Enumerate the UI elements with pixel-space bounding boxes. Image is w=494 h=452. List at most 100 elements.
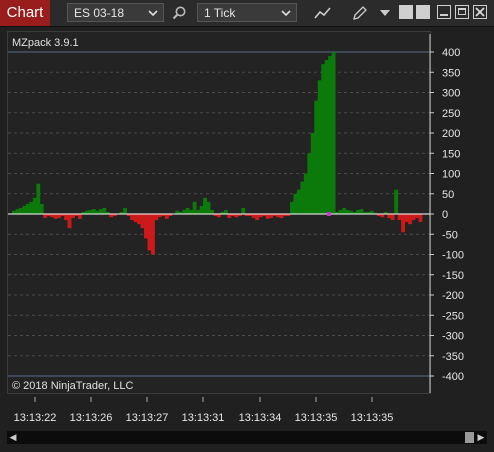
histogram-bar	[206, 201, 211, 214]
histogram-bar	[196, 209, 201, 214]
histogram-bar	[78, 214, 82, 219]
histogram-bar	[227, 214, 232, 219]
histogram-bar	[321, 64, 326, 215]
histogram-bar	[387, 214, 392, 219]
y-tick-label: 250	[442, 108, 460, 120]
histogram-bar	[22, 205, 27, 214]
histogram-bar	[57, 214, 62, 219]
histogram-bar	[182, 209, 187, 214]
y-tick-label: -150	[442, 270, 464, 282]
histogram-bar	[279, 214, 284, 219]
x-tick-label: 13:13:34	[239, 412, 282, 424]
histogram-bar	[310, 133, 315, 214]
histogram-bar	[394, 189, 399, 214]
y-tick-label: 150	[442, 148, 460, 160]
histogram-bar	[43, 214, 48, 219]
histogram-bar	[411, 214, 416, 221]
histogram-bar	[255, 214, 260, 221]
histogram-bar	[144, 214, 148, 239]
scroll-right-icon[interactable]: ▶	[475, 431, 487, 444]
histogram-bar	[133, 214, 138, 223]
scroll-thumb[interactable]	[465, 432, 474, 443]
histogram-bar	[164, 214, 169, 219]
histogram-bar	[140, 214, 145, 229]
histogram-bar	[342, 207, 346, 214]
histogram-bar	[199, 205, 204, 214]
indicator-label: MZpack 3.9.1	[12, 37, 79, 49]
histogram-bar	[408, 214, 412, 225]
histogram-bar	[269, 214, 273, 219]
chart-window: Chart ES 03-18 1 Tick 400 350 300 250 20…	[0, 0, 494, 452]
x-tick-label: 13:13:27	[126, 412, 169, 424]
y-tick-label: -200	[442, 290, 464, 302]
histogram-bar	[98, 209, 103, 214]
y-tick-label: 0	[442, 209, 448, 221]
histogram-bar	[71, 214, 75, 219]
y-tick-label: -300	[442, 331, 464, 343]
histogram-bar	[331, 52, 336, 214]
histogram-bar	[404, 214, 409, 223]
histogram-bar	[185, 207, 190, 214]
y-tick-label: 350	[442, 67, 460, 79]
y-tick-label: 200	[442, 128, 460, 140]
histogram-bar	[324, 60, 329, 214]
histogram-bar	[314, 100, 319, 214]
y-tick-label: -400	[442, 371, 464, 383]
x-tick-label: 13:13:35	[351, 412, 394, 424]
copyright-text: © 2018 NinjaTrader, LLC	[12, 380, 134, 392]
histogram-bar	[36, 183, 41, 214]
histogram-bar	[328, 56, 333, 214]
histogram-bar	[15, 209, 20, 214]
histogram-bar	[317, 80, 322, 214]
histogram-bar	[345, 209, 350, 214]
horizontal-scrollbar[interactable]: ◀ ▶	[7, 431, 487, 444]
y-tick-label: -350	[442, 351, 464, 363]
histogram-bar	[338, 209, 343, 214]
histogram-bar	[123, 207, 128, 214]
histogram-bar	[64, 214, 68, 221]
histogram-bar	[137, 214, 141, 225]
x-tick-label: 13:13:22	[14, 412, 57, 424]
histogram-bar	[147, 214, 152, 251]
histogram-bar	[303, 173, 308, 214]
histogram-bar	[293, 193, 298, 214]
histogram-bar	[154, 214, 159, 221]
y-tick-label: -100	[442, 250, 464, 262]
x-tick-label: 13:13:35	[295, 412, 338, 424]
histogram-bar	[189, 209, 194, 214]
histogram-bar	[241, 207, 246, 214]
histogram-bar	[203, 197, 207, 214]
histogram-bar	[418, 214, 423, 223]
histogram-bar	[25, 203, 30, 214]
histogram-bar	[102, 207, 107, 214]
y-tick-label: 300	[442, 88, 460, 100]
histogram-bar	[53, 214, 58, 219]
histogram-bar	[401, 214, 406, 233]
histogram-bar	[223, 209, 228, 214]
histogram-bar	[300, 181, 305, 214]
scroll-left-icon[interactable]: ◀	[7, 431, 19, 444]
y-tick-label: 50	[442, 189, 454, 201]
y-tick-label: -50	[442, 229, 458, 241]
histogram-bar	[307, 153, 312, 214]
y-tick-label: -250	[442, 310, 464, 322]
histogram-bar	[251, 214, 256, 219]
histogram-bar	[88, 209, 93, 214]
histogram-bar	[210, 209, 214, 214]
histogram-bar	[296, 189, 301, 214]
histogram-bar	[415, 214, 419, 219]
histogram-bar	[91, 209, 96, 214]
histogram-bar	[39, 203, 44, 214]
histogram-bar	[359, 209, 364, 214]
histogram-bar	[192, 201, 197, 214]
y-tick-label: 100	[442, 169, 460, 181]
x-tick-label: 13:13:31	[182, 412, 225, 424]
histogram-bar	[397, 214, 402, 221]
histogram-bar	[32, 197, 37, 214]
histogram-bar	[130, 214, 135, 221]
current-bar-marker	[327, 212, 331, 216]
histogram-bar	[265, 214, 270, 219]
histogram-bar	[355, 209, 360, 214]
y-tick-label: 400	[442, 47, 460, 59]
histogram-bar	[289, 201, 294, 214]
